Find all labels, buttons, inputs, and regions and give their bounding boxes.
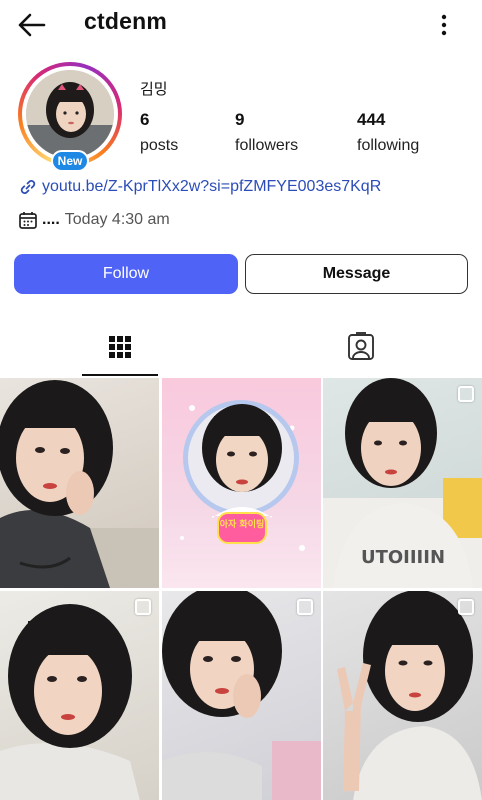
bio-link[interactable]: youtu.be/Z-KprTlXx2w?si=pfZMFYE003es7KqR — [18, 176, 381, 198]
new-badge: New — [51, 150, 89, 172]
joined-date-row: .... Today 4:30 am — [18, 209, 170, 231]
multiple-photos-icon — [458, 386, 474, 402]
grid-icon — [109, 336, 131, 358]
tab-tagged[interactable] — [323, 320, 399, 376]
profile-tabs — [0, 320, 482, 376]
svg-text:UTOIIIIN: UTOIIIIN — [361, 547, 445, 568]
tagged-person-icon — [348, 332, 374, 360]
post-thumbnail[interactable]: UTOIIIIN — [323, 378, 482, 588]
bio-link-text: youtu.be/Z-KprTlXx2w?si=pfZMFYE003es7KqR — [42, 178, 382, 195]
stat-following[interactable]: 444 following — [357, 110, 419, 155]
post-thumbnail[interactable] — [0, 378, 159, 588]
multiple-photos-icon — [297, 599, 313, 615]
followers-label: followers — [235, 137, 299, 154]
sticker-text: 아자 화이팅 — [220, 518, 265, 530]
posts-label: posts — [140, 137, 179, 154]
arrow-left-icon — [18, 13, 46, 37]
stat-followers[interactable]: 9 followers — [235, 110, 298, 155]
multiple-photos-icon — [458, 599, 474, 615]
following-count: 444 — [357, 110, 386, 129]
calendar-icon — [19, 212, 37, 229]
post-thumbnail[interactable] — [323, 591, 482, 800]
date-text: Today 4:30 am — [64, 211, 170, 228]
post-thumbnail[interactable] — [0, 591, 159, 800]
display-name: 김밍 — [140, 81, 168, 98]
following-label: following — [357, 137, 420, 154]
post-thumbnail[interactable] — [162, 591, 321, 800]
link-icon — [20, 180, 36, 194]
more-vertical-icon — [441, 14, 447, 36]
tab-posts-grid[interactable] — [82, 320, 158, 376]
more-options-button[interactable] — [432, 10, 456, 40]
back-button[interactable] — [14, 10, 50, 40]
post-thumbnail[interactable]: 아자 화이팅 — [162, 378, 321, 588]
date-dots: .... — [42, 211, 60, 228]
posts-count: 6 — [140, 110, 150, 129]
follow-button[interactable]: Follow — [14, 254, 238, 294]
multiple-photos-icon — [135, 599, 151, 615]
followers-count: 9 — [235, 110, 245, 129]
profile-username: ctdenm — [84, 8, 167, 34]
profile-avatar[interactable]: New — [18, 62, 122, 172]
stat-posts[interactable]: 6 posts — [140, 110, 178, 155]
message-button[interactable]: Message — [245, 254, 468, 294]
top-bar: ctdenm — [0, 0, 482, 50]
avatar-photo — [26, 70, 114, 158]
posts-grid: 아자 화이팅 UTOIIIIN — [0, 378, 482, 800]
